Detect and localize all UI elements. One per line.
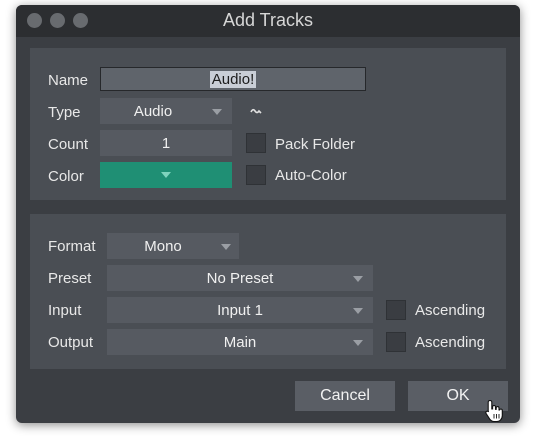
preset-dropdown[interactable]: No Preset xyxy=(107,265,373,291)
type-label: Type xyxy=(48,104,81,121)
preset-value: No Preset xyxy=(206,269,274,287)
name-field[interactable]: Audio! xyxy=(100,67,366,91)
waveform-icon xyxy=(250,108,262,114)
color-dropdown[interactable] xyxy=(100,162,232,188)
count-label: Count xyxy=(48,136,89,153)
chevron-down-icon xyxy=(353,340,363,346)
hand-pointer-icon xyxy=(485,399,503,423)
type-dropdown[interactable]: Audio xyxy=(100,98,232,124)
routing-panel: Format Mono Preset No Preset Input Input… xyxy=(30,214,506,369)
chevron-down-icon xyxy=(161,172,171,178)
output-ascending-label: Ascending xyxy=(415,334,486,351)
output-dropdown[interactable]: Main xyxy=(107,329,373,355)
cancel-button[interactable]: Cancel xyxy=(295,381,395,411)
chevron-down-icon xyxy=(212,109,222,115)
input-ascending-checkbox[interactable] xyxy=(386,300,406,320)
output-value: Main xyxy=(223,333,257,351)
pack-folder-label: Pack Folder xyxy=(275,136,356,153)
format-label: Format xyxy=(48,238,96,255)
chevron-down-icon xyxy=(353,308,363,314)
general-panel: Name Audio! Type Audio Count 1 Pack Fold… xyxy=(30,48,506,200)
count-value: 1 xyxy=(161,134,171,152)
input-value: Input 1 xyxy=(217,301,263,319)
pack-folder-checkbox[interactable] xyxy=(246,133,266,153)
name-value: Audio! xyxy=(209,70,257,88)
format-value: Mono xyxy=(144,237,182,255)
preset-label: Preset xyxy=(48,270,92,287)
input-dropdown[interactable]: Input 1 xyxy=(107,297,373,323)
auto-color-checkbox[interactable] xyxy=(246,165,266,185)
output-label: Output xyxy=(48,334,94,351)
type-value: Audio xyxy=(133,102,173,120)
output-ascending-checkbox[interactable] xyxy=(386,332,406,352)
add-tracks-dialog: Add Tracks Name Audio! Type Audio Count … xyxy=(16,5,520,423)
count-field[interactable]: 1 xyxy=(100,130,232,156)
auto-color-label: Auto-Color xyxy=(275,167,347,184)
input-label: Input xyxy=(48,302,82,319)
format-dropdown[interactable]: Mono xyxy=(107,233,239,259)
chevron-down-icon xyxy=(353,276,363,282)
chevron-down-icon xyxy=(221,244,231,250)
window-title: Add Tracks xyxy=(222,10,314,30)
name-label: Name xyxy=(48,72,89,89)
title-bar: Add Tracks xyxy=(16,5,520,37)
color-label: Color xyxy=(48,168,84,185)
input-ascending-label: Ascending xyxy=(415,302,486,319)
